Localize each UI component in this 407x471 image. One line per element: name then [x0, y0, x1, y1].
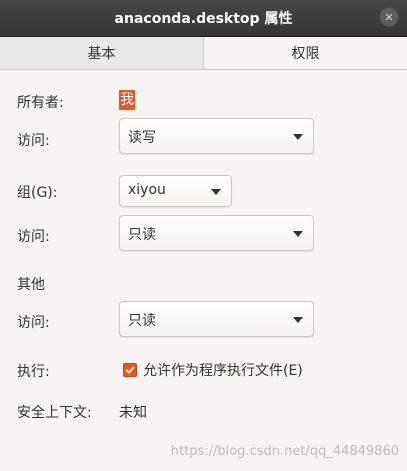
owner-access-value: 读写	[128, 130, 156, 146]
owner-access-label: 访问:	[17, 133, 50, 149]
window-title: anaconda.desktop 属性	[114, 11, 293, 27]
tab-permissions[interactable]: 权限	[204, 37, 407, 69]
others-label: 其他	[17, 277, 45, 293]
close-icon: ✕	[384, 10, 394, 24]
owner-access-dropdown[interactable]: 读写	[119, 118, 314, 154]
others-access-label: 访问:	[17, 315, 50, 331]
execute-checkbox-row[interactable]: 允许作为程序执行文件(E)	[123, 360, 303, 380]
tab-bar: 基本 权限	[0, 37, 407, 70]
check-icon	[125, 366, 135, 374]
tab-basic[interactable]: 基本	[0, 37, 204, 69]
others-access-value: 只读	[128, 313, 156, 329]
execute-checkbox[interactable]	[123, 363, 137, 377]
group-value: xiyou	[128, 182, 166, 198]
close-button[interactable]: ✕	[379, 7, 399, 27]
chevron-down-icon	[293, 317, 303, 323]
watermark: https://blog.csdn.net/qq_44849860	[170, 444, 399, 459]
chevron-down-icon	[293, 231, 303, 237]
group-access-dropdown[interactable]: 只读	[119, 215, 314, 251]
group-access-value: 只读	[128, 227, 156, 243]
window-titlebar: anaconda.desktop 属性 ✕	[0, 0, 407, 37]
group-dropdown[interactable]: xiyou	[119, 175, 232, 207]
execute-label: 执行:	[17, 364, 50, 380]
security-context-label: 安全上下文:	[17, 405, 92, 421]
security-context-value: 未知	[119, 405, 147, 421]
chevron-down-icon	[211, 189, 221, 195]
owner-value: 我	[119, 90, 135, 110]
execute-checkbox-label: 允许作为程序执行文件(E)	[143, 363, 303, 379]
chevron-down-icon	[293, 134, 303, 140]
group-access-label: 访问:	[17, 229, 50, 245]
others-access-dropdown[interactable]: 只读	[119, 301, 314, 337]
owner-label: 所有者:	[17, 95, 64, 111]
group-label: 组(G):	[17, 185, 58, 201]
